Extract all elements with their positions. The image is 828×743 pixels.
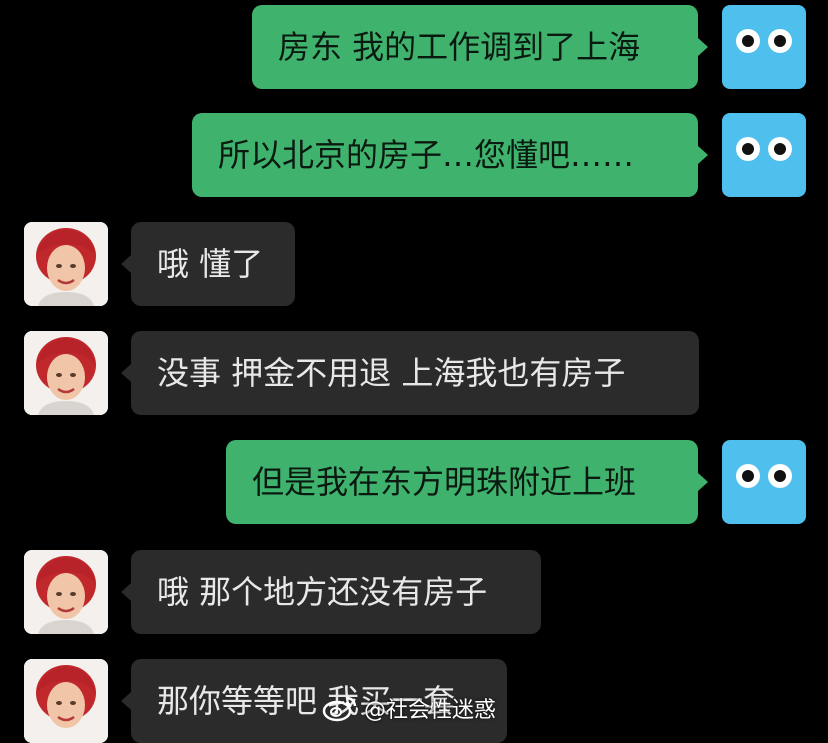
chat-window: 房东 我的工作调到了上海 所以北京的房子…您懂吧…… 哦 懂了 没事 押金不用退… (0, 0, 828, 743)
my-avatar[interactable] (722, 440, 806, 524)
message-bubble[interactable]: 没事 押金不用退 上海我也有房子 (131, 331, 699, 415)
watermark: @社会性迷惑 (322, 690, 496, 726)
message-bubble[interactable]: 哦 懂了 (131, 222, 295, 306)
landlord-avatar[interactable] (24, 659, 108, 743)
bubble-tail (121, 692, 131, 710)
message-row: 哦 那个地方还没有房子 (0, 550, 828, 634)
message-row: 房东 我的工作调到了上海 (0, 5, 828, 89)
bubble-tail (698, 473, 708, 491)
watermark-text: @社会性迷惑 (364, 698, 497, 723)
bubble-tail (121, 583, 131, 601)
my-avatar[interactable] (722, 113, 806, 197)
bubble-tail (121, 364, 131, 382)
bubble-tail (698, 146, 708, 164)
message-row: 哦 懂了 (0, 222, 828, 306)
my-avatar[interactable] (722, 5, 806, 89)
message-row: 没事 押金不用退 上海我也有房子 (0, 331, 828, 415)
landlord-avatar[interactable] (24, 550, 108, 634)
eye-icon (736, 137, 760, 161)
landlord-avatar[interactable] (24, 222, 108, 306)
message-text: 但是我在东方明珠附近上班 (252, 463, 637, 501)
message-bubble[interactable]: 所以北京的房子…您懂吧…… (192, 113, 698, 197)
message-row: 所以北京的房子…您懂吧…… (0, 113, 828, 197)
message-bubble[interactable]: 但是我在东方明珠附近上班 (226, 440, 698, 524)
message-text: 房东 我的工作调到了上海 (278, 28, 641, 66)
landlord-photo (24, 659, 108, 743)
message-bubble[interactable]: 哦 那个地方还没有房子 (131, 550, 541, 634)
message-text: 所以北京的房子…您懂吧…… (218, 136, 635, 174)
landlord-avatar[interactable] (24, 331, 108, 415)
eye-icon (736, 464, 760, 488)
eye-icon (768, 464, 792, 488)
eye-icon (736, 29, 760, 53)
weibo-logo-icon (322, 696, 357, 722)
landlord-photo (24, 222, 108, 306)
message-text: 哦 懂了 (157, 245, 264, 283)
eye-icon (768, 137, 792, 161)
landlord-photo (24, 550, 108, 634)
landlord-photo (24, 331, 108, 415)
eye-icon (768, 29, 792, 53)
bubble-tail (121, 255, 131, 273)
message-text: 没事 押金不用退 上海我也有房子 (157, 354, 626, 392)
message-text: 哦 那个地方还没有房子 (157, 573, 488, 611)
message-row: 但是我在东方明珠附近上班 (0, 440, 828, 524)
bubble-tail (698, 38, 708, 56)
message-bubble[interactable]: 房东 我的工作调到了上海 (252, 5, 698, 89)
